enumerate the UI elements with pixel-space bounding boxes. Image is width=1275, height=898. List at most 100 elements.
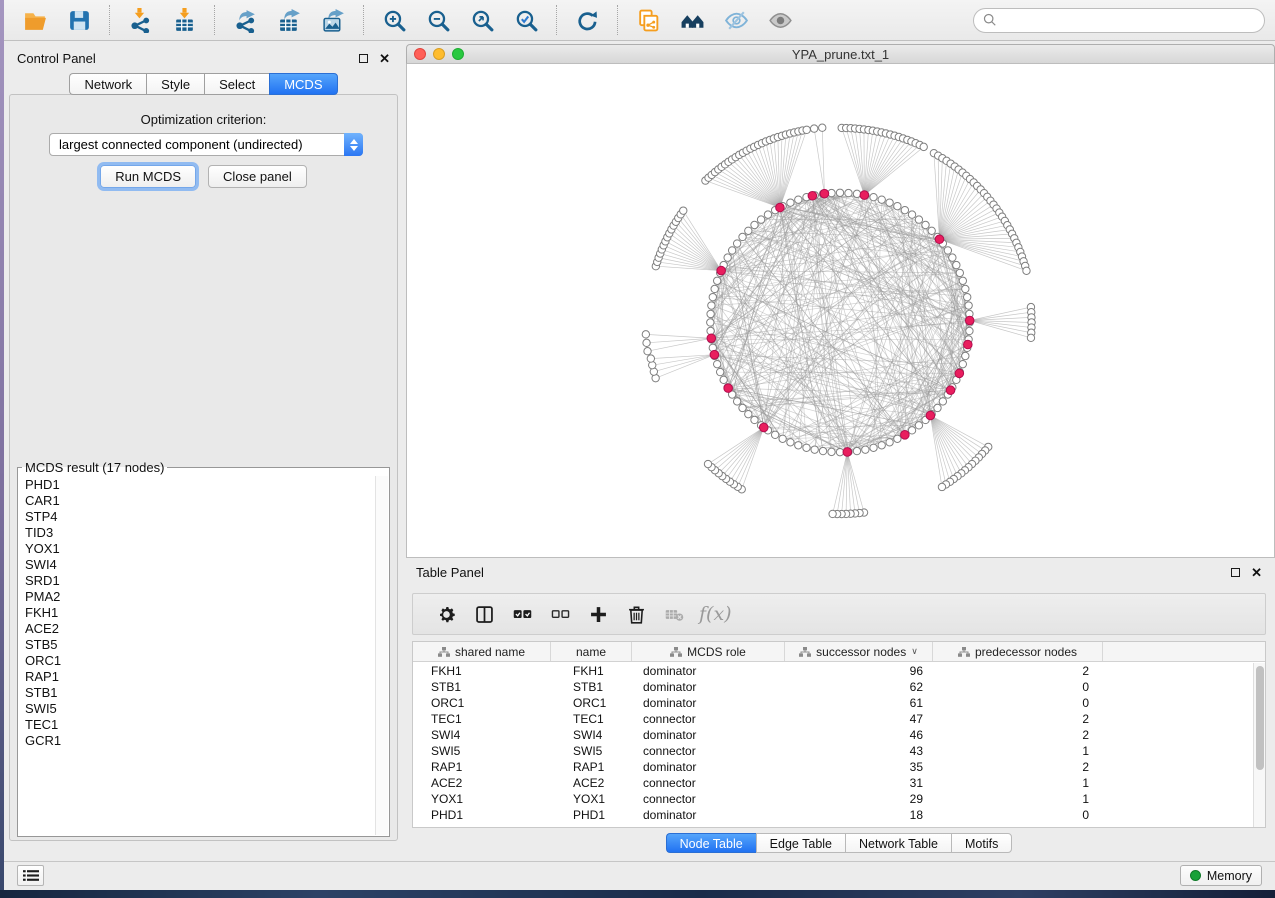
save-button[interactable] bbox=[58, 3, 100, 37]
table-row[interactable]: RAP1RAP1dominator352 bbox=[413, 759, 1253, 775]
table-scrollbar-thumb[interactable] bbox=[1256, 666, 1264, 770]
mcds-result-item[interactable]: FKH1 bbox=[20, 605, 373, 621]
mcds-result-item[interactable]: STB1 bbox=[20, 685, 373, 701]
column-header-successor-nodes[interactable]: successor nodes ∨ bbox=[785, 642, 933, 661]
delete-column-button[interactable] bbox=[617, 597, 655, 631]
mcds-result-item[interactable]: PHD1 bbox=[20, 477, 373, 493]
table-cell: 61 bbox=[785, 696, 933, 710]
table-row[interactable]: SWI4SWI4dominator462 bbox=[413, 727, 1253, 743]
tab-style[interactable]: Style bbox=[146, 73, 204, 95]
mcds-result-item[interactable]: YOX1 bbox=[20, 541, 373, 557]
table-cell: dominator bbox=[632, 760, 785, 774]
network-graph[interactable] bbox=[407, 64, 1274, 557]
table-cell: 2 bbox=[933, 728, 1103, 742]
close-panel-icon[interactable]: ✕ bbox=[379, 52, 390, 65]
memory-label: Memory bbox=[1207, 869, 1252, 883]
delete-table-button[interactable] bbox=[655, 597, 693, 631]
mcds-result-item[interactable]: GCR1 bbox=[20, 733, 373, 749]
mcds-result-item[interactable]: TEC1 bbox=[20, 717, 373, 733]
split-view-button[interactable] bbox=[465, 597, 503, 631]
mcds-result-item[interactable]: ORC1 bbox=[20, 653, 373, 669]
mcds-result-item[interactable]: SWI5 bbox=[20, 701, 373, 717]
column-header-predecessor-nodes[interactable]: predecessor nodes bbox=[933, 642, 1103, 661]
float-panel-icon[interactable] bbox=[1231, 568, 1240, 577]
table-row[interactable]: FKH1FKH1dominator962 bbox=[413, 663, 1253, 679]
mcds-result-scrollbar[interactable] bbox=[375, 476, 388, 835]
table-panel: Table Panel ✕ bbox=[403, 559, 1275, 861]
table-body[interactable]: FKH1FKH1dominator962STB1STB1dominator620… bbox=[413, 663, 1253, 827]
node-table-header: shared name name MCDS role successor nod… bbox=[413, 642, 1265, 662]
table-row[interactable]: PHD1PHD1dominator180 bbox=[413, 807, 1253, 823]
tab-network[interactable]: Network bbox=[69, 73, 146, 95]
network-canvas[interactable] bbox=[406, 64, 1275, 558]
hide-selected-button[interactable] bbox=[715, 3, 757, 37]
close-panel-button[interactable]: Close panel bbox=[208, 165, 307, 188]
mcds-result-item[interactable]: STB5 bbox=[20, 637, 373, 653]
mcds-result-list[interactable]: PHD1CAR1STP4TID3YOX1SWI4SRD1PMA2FKH1ACE2… bbox=[20, 477, 373, 834]
tab-select[interactable]: Select bbox=[204, 73, 269, 95]
table-cell: STB1 bbox=[413, 680, 551, 694]
table-cell: YOX1 bbox=[413, 792, 551, 806]
memory-button[interactable]: Memory bbox=[1180, 865, 1262, 886]
table-cell: dominator bbox=[632, 680, 785, 694]
mcds-result-item[interactable]: TID3 bbox=[20, 525, 373, 541]
tab-network-table[interactable]: Network Table bbox=[845, 833, 951, 853]
export-image-button[interactable] bbox=[312, 3, 354, 37]
mcds-result-item[interactable]: SRD1 bbox=[20, 573, 373, 589]
mcds-result-item[interactable]: RAP1 bbox=[20, 669, 373, 685]
table-row[interactable]: ORC1ORC1dominator610 bbox=[413, 695, 1253, 711]
deselect-all-button[interactable] bbox=[541, 597, 579, 631]
status-bar: Memory bbox=[4, 861, 1275, 889]
close-panel-icon[interactable]: ✕ bbox=[1251, 566, 1262, 579]
search-input[interactable] bbox=[1003, 13, 1255, 28]
starter-panel-button[interactable] bbox=[17, 865, 44, 886]
zoom-fit-button[interactable] bbox=[461, 3, 503, 37]
table-scrollbar[interactable] bbox=[1253, 663, 1265, 827]
run-mcds-button[interactable]: Run MCDS bbox=[100, 165, 196, 188]
column-header-mcds-role[interactable]: MCDS role bbox=[632, 642, 785, 661]
tab-motifs[interactable]: Motifs bbox=[951, 833, 1012, 853]
clone-network-button[interactable] bbox=[627, 3, 669, 37]
network-window-titlebar[interactable]: YPA_prune.txt_1 bbox=[406, 44, 1275, 64]
mcds-result-item[interactable]: PMA2 bbox=[20, 589, 373, 605]
search-box[interactable] bbox=[973, 8, 1265, 33]
mcds-result-item[interactable]: SWI4 bbox=[20, 557, 373, 573]
show-all-button[interactable] bbox=[759, 3, 801, 37]
table-row[interactable]: ACE2ACE2connector311 bbox=[413, 775, 1253, 791]
export-table-button[interactable] bbox=[268, 3, 310, 37]
open-button[interactable] bbox=[14, 3, 56, 37]
table-row[interactable]: TEC1TEC1connector472 bbox=[413, 711, 1253, 727]
import-table-button[interactable] bbox=[163, 3, 205, 37]
float-panel-icon[interactable] bbox=[359, 54, 368, 63]
hide-selected-icon bbox=[724, 8, 749, 33]
table-cell: 2 bbox=[933, 664, 1103, 678]
tab-edge-table[interactable]: Edge Table bbox=[756, 833, 845, 853]
table-cell: 2 bbox=[933, 760, 1103, 774]
add-column-button[interactable] bbox=[579, 597, 617, 631]
zoom-selected-button[interactable] bbox=[505, 3, 547, 37]
apply-layout-button[interactable] bbox=[566, 3, 608, 37]
mcds-result-item[interactable]: CAR1 bbox=[20, 493, 373, 509]
mcds-result-item[interactable]: ACE2 bbox=[20, 621, 373, 637]
table-cell: 43 bbox=[785, 744, 933, 758]
column-header-name[interactable]: name bbox=[551, 642, 632, 661]
select-all-button[interactable] bbox=[503, 597, 541, 631]
mcds-result-item[interactable]: STP4 bbox=[20, 509, 373, 525]
node-table: shared name name MCDS role successor nod… bbox=[412, 641, 1266, 828]
table-row[interactable]: SWI5SWI5connector431 bbox=[413, 743, 1253, 759]
tab-mcds[interactable]: MCDS bbox=[269, 73, 337, 95]
main-toolbar bbox=[4, 0, 1275, 41]
function-builder-button[interactable]: f(x) bbox=[693, 597, 738, 631]
table-row[interactable]: STB1STB1dominator620 bbox=[413, 679, 1253, 695]
zoom-out-button[interactable] bbox=[417, 3, 459, 37]
import-network-button[interactable] bbox=[119, 3, 161, 37]
export-network-button[interactable] bbox=[224, 3, 266, 37]
table-settings-button[interactable] bbox=[427, 597, 465, 631]
zoom-in-button[interactable] bbox=[373, 3, 415, 37]
optimization-criterion-select[interactable]: largest connected component (undirected) bbox=[49, 133, 363, 156]
table-row[interactable]: YOX1YOX1connector291 bbox=[413, 791, 1253, 807]
column-header-shared-name[interactable]: shared name bbox=[413, 642, 551, 661]
tab-node-table[interactable]: Node Table bbox=[666, 833, 756, 853]
first-neighbors-button[interactable] bbox=[671, 3, 713, 37]
table-cell: ACE2 bbox=[413, 776, 551, 790]
